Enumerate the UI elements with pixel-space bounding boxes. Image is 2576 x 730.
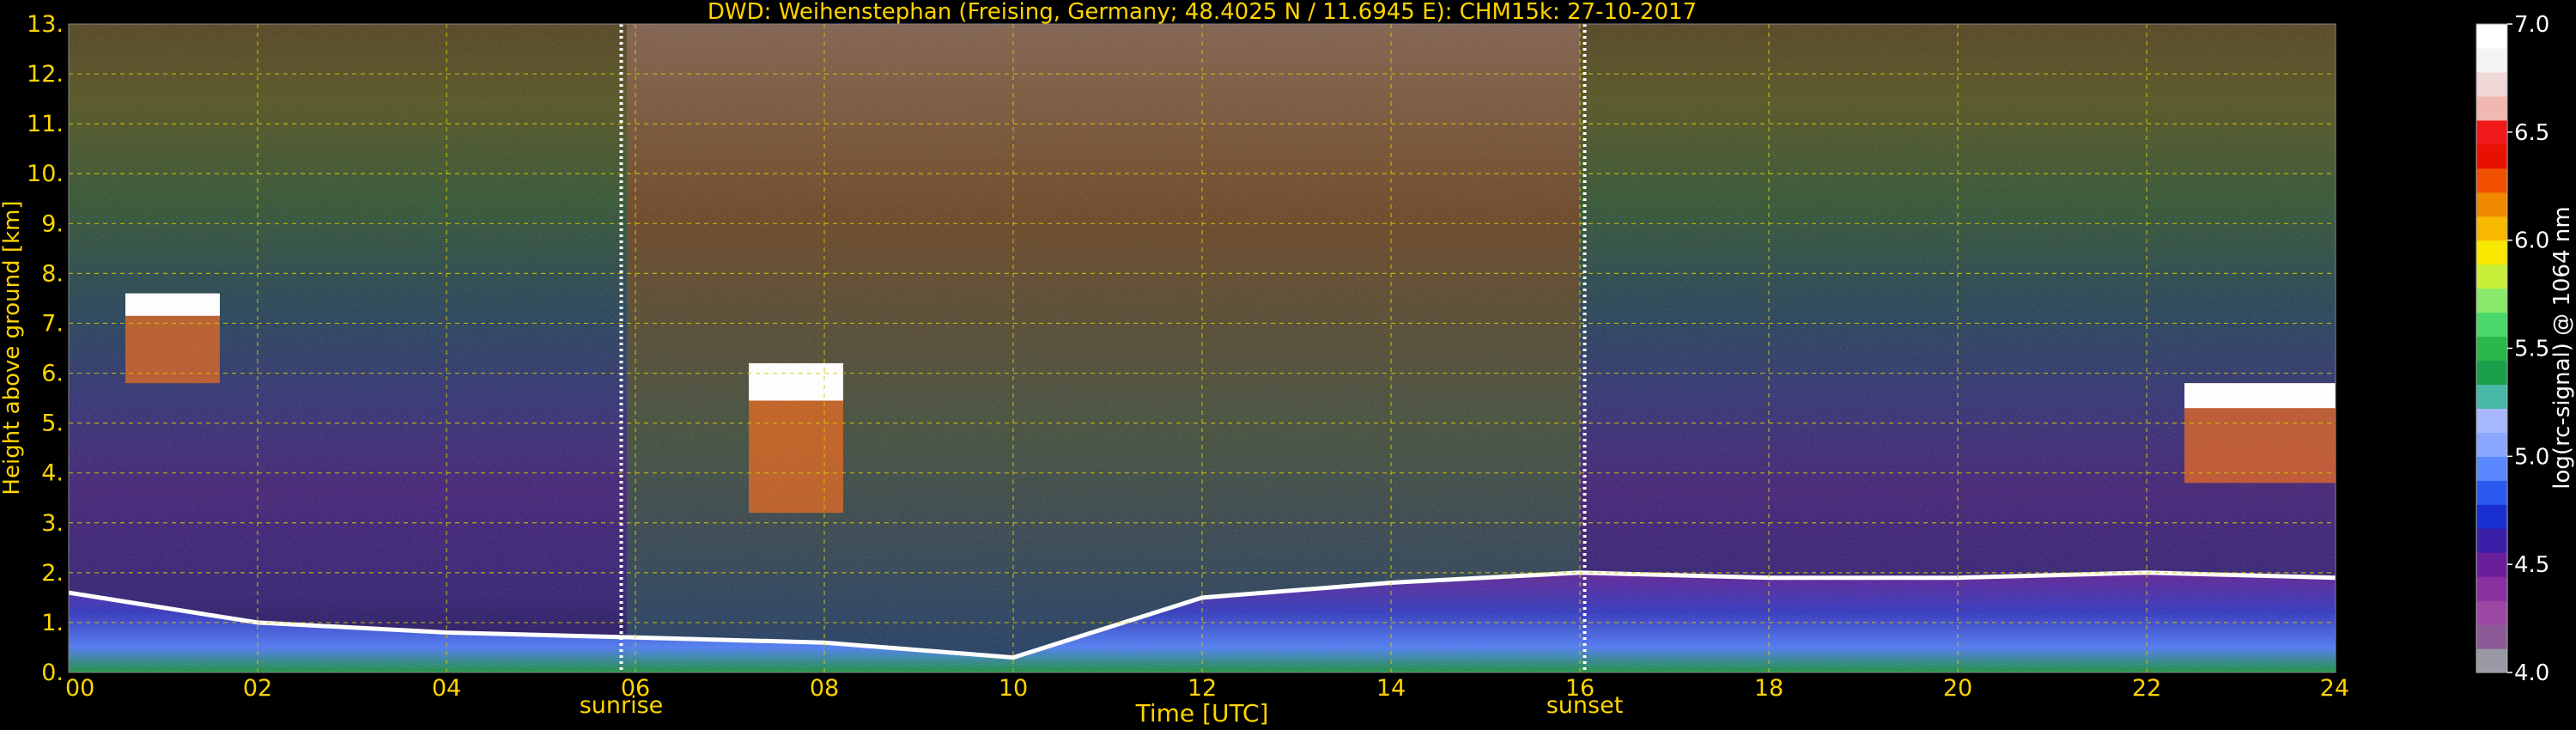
colorbar-segment (2476, 47, 2507, 73)
colorbar-segment (2476, 360, 2507, 386)
y-tick-label: 11. (27, 111, 64, 137)
y-tick-label: 10. (27, 161, 64, 187)
y-tick-label: 13. (27, 11, 64, 38)
colorbar-segment (2476, 95, 2507, 121)
colorbar-segment (2476, 312, 2507, 338)
colorbar-segment (2476, 71, 2507, 97)
colorbar-segment (2476, 336, 2507, 362)
colorbar-segment (2476, 384, 2507, 410)
x-tick-label: 00 (65, 675, 94, 702)
colorbar-tick-label: 5.5 (2514, 337, 2549, 362)
lidar-chart: sunrise sunset 00 02 04 06 08 10 12 14 16 18 20 22 24… (0, 0, 2575, 727)
colorbar-segment (2476, 456, 2507, 481)
colorbar-segment (2476, 288, 2507, 313)
y-tick-label: 6. (41, 361, 64, 387)
colorbar-segment (2476, 576, 2507, 601)
colorbar-segment (2476, 432, 2507, 457)
colorbar-segment (2476, 167, 2507, 193)
chart-title: DWD: Weihenstephan (Freising, Germany; 4… (708, 0, 1697, 25)
colorbar-segment (2476, 624, 2507, 649)
x-tick-label: 10 (999, 675, 1028, 702)
colorbar (2476, 23, 2508, 673)
y-tick-label: 12. (27, 61, 64, 88)
colorbar-segment (2476, 648, 2507, 673)
x-tick-label: 12 (1188, 675, 1217, 702)
colorbar-segment (2476, 504, 2507, 529)
x-tick-label: 16 (1565, 675, 1595, 702)
x-tick-label: 04 (432, 675, 461, 702)
x-tick-label: 18 (1754, 675, 1783, 702)
colorbar-segment (2476, 480, 2507, 505)
colorbar-segment (2476, 528, 2507, 553)
colorbar-segment (2476, 552, 2507, 577)
colorbar-tick-label: 6.5 (2514, 120, 2549, 146)
y-tick-label: 1. (41, 610, 64, 636)
colorbar-tick-label: 4.0 (2514, 660, 2549, 686)
x-tick-label: 14 (1376, 675, 1406, 702)
colorbar-tick-label: 5.0 (2514, 444, 2549, 470)
x-tick-label: 22 (2132, 675, 2161, 702)
x-axis-label: Time [UTC] (1135, 699, 1269, 727)
colorbar-tick-label: 4.5 (2514, 552, 2549, 578)
colorbar-tick-label: 6.0 (2514, 228, 2549, 254)
colorbar-segment (2476, 264, 2507, 289)
y-tick-label: 0. (41, 660, 64, 686)
y-axis-label: Height above ground [km] (0, 200, 25, 495)
colorbar-segment (2476, 143, 2507, 169)
colorbar-label: log(rc-signal) @ 1064 nm (2549, 206, 2575, 489)
colorbar-segment (2476, 600, 2507, 625)
colorbar-segment (2476, 24, 2507, 49)
x-tick-label: 20 (1943, 675, 1972, 702)
x-tick-label: 24 (2320, 675, 2349, 702)
y-tick-label: 7. (41, 310, 64, 337)
colorbar-segment (2476, 240, 2507, 265)
y-tick-label: 4. (41, 460, 64, 487)
y-tick-label: 3. (41, 510, 64, 537)
colorbar-segment (2476, 119, 2507, 145)
y-tick-label: 9. (41, 210, 64, 237)
colorbar-tick-label: 7.0 (2514, 12, 2549, 38)
colorbar-ticks: 4.0 4.5 5.0 5.5 6.0 6.5 7.0 (2507, 12, 2549, 686)
y-tick-label: 5. (41, 411, 64, 437)
x-axis-ticks: 00 02 04 06 08 10 12 14 16 18 20 22 24 (65, 675, 2349, 702)
y-axis-ticks: 0. 1. 2. 3. 4. 5. 6. 7. 8. 9. 10. 11. 12. 13. (27, 11, 64, 686)
x-tick-label: 08 (810, 675, 839, 702)
colorbar-segment (2476, 216, 2507, 241)
x-tick-label: 06 (621, 675, 650, 702)
colorbar-segment (2476, 408, 2507, 433)
y-tick-label: 8. (41, 260, 64, 287)
y-tick-label: 2. (41, 560, 64, 587)
x-tick-label: 02 (243, 675, 272, 702)
plot-area: sunrise sunset (68, 23, 2336, 719)
colorbar-segment (2476, 192, 2507, 217)
